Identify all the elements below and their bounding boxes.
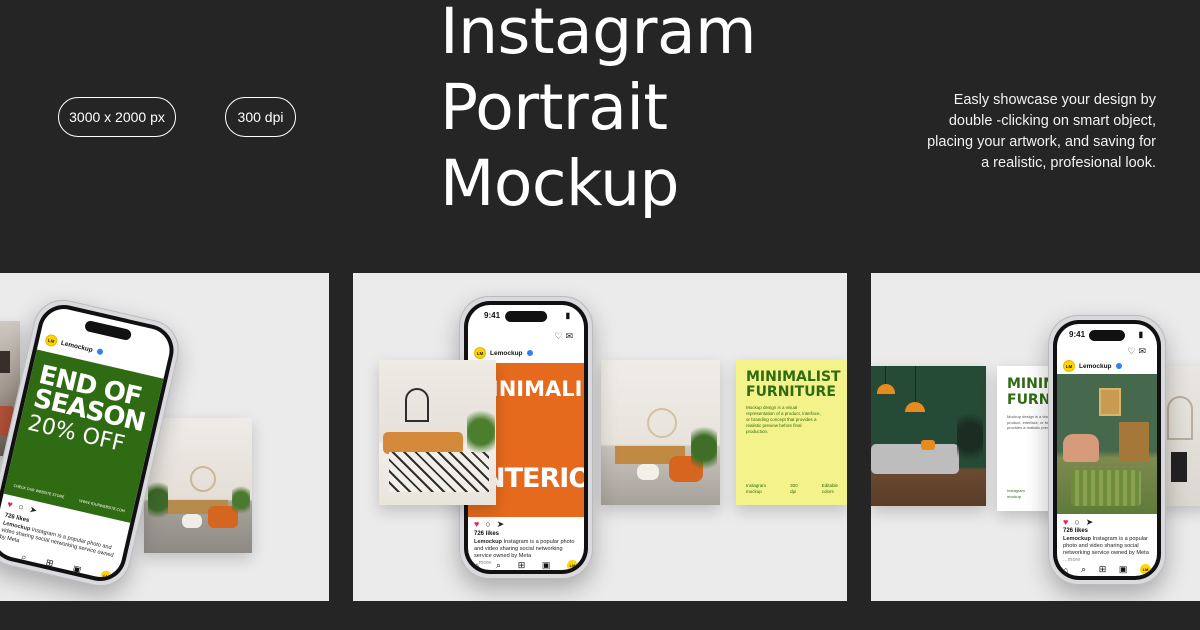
- interior-photo: [144, 418, 252, 553]
- status-bar: 9:41 ▮: [1069, 330, 1143, 339]
- username: Lemockup: [490, 349, 523, 357]
- caption-user: Lemockup: [474, 539, 502, 545]
- home-icon[interactable]: ⌂: [0, 546, 3, 557]
- post-image: [1057, 374, 1157, 514]
- card-foot-label: Instagram: [1007, 488, 1025, 493]
- mockup-panel-right: MINIMALIST FURNITURE Mockup design is a …: [871, 273, 1200, 601]
- bottom-nav: ⌂ ⌕ ⊞ ▣ LM: [1063, 564, 1151, 575]
- likes-count: 726 likes: [474, 531, 500, 537]
- profile-avatar[interactable]: LM: [1139, 564, 1151, 575]
- verified-icon: [1115, 363, 1122, 369]
- messenger-icon[interactable]: ✉: [565, 331, 576, 341]
- profile-avatar[interactable]: LM: [99, 569, 113, 582]
- heart-icon[interactable]: ♥: [1063, 517, 1068, 528]
- search-icon[interactable]: ⌕: [20, 551, 27, 563]
- card-title: FURNITURE: [746, 384, 836, 400]
- post-header: LM Lemockup: [474, 347, 578, 359]
- avatar: LM: [1063, 360, 1075, 372]
- description-line: double -clicking on smart object,: [948, 113, 1156, 129]
- heart-outline-icon[interactable]: ♡: [1127, 346, 1138, 356]
- card-title: MINIMALIST: [746, 369, 841, 385]
- search-icon[interactable]: ⌕: [496, 560, 501, 570]
- avatar: LM: [44, 333, 59, 348]
- interior-photo: [379, 360, 496, 505]
- resolution-pill: 3000 x 2000 px: [58, 97, 176, 137]
- bottom-nav: ⌂ ⌕ ⊞ ▣ LM: [474, 560, 578, 570]
- description: Easly showcase your design by double -cl…: [856, 90, 1156, 174]
- heart-icon[interactable]: ♥: [474, 519, 479, 530]
- card-foot-label: mockup: [1007, 493, 1022, 499]
- search-icon[interactable]: ⌕: [1081, 564, 1086, 575]
- heart-outline-icon[interactable]: ♡: [554, 331, 565, 341]
- mockup-panel-left: LM Lemockup END OF SEASON 20% OFF CHECK …: [0, 273, 329, 601]
- reels-icon[interactable]: ▣: [72, 563, 83, 576]
- username: Lemockup: [60, 339, 94, 354]
- post-footer-left: CHECK OUR WEBSITE STORE: [13, 483, 65, 500]
- interior-photo: [601, 360, 720, 505]
- caption-more[interactable]: ...more: [1063, 557, 1151, 564]
- post-footer-right: WWW.YOURWEBSITE.COM: [78, 498, 126, 514]
- reels-icon[interactable]: ▣: [1119, 564, 1128, 575]
- description-line: Easly showcase your design by: [953, 92, 1156, 108]
- dpi-pill: 300 dpi: [225, 97, 296, 137]
- comment-icon[interactable]: ○: [17, 501, 25, 513]
- battery-icon: ▮: [1138, 330, 1143, 339]
- likes-count: 726 likes: [1063, 528, 1089, 534]
- avatar: LM: [474, 347, 486, 359]
- share-icon[interactable]: ➤: [28, 504, 38, 516]
- home-icon[interactable]: ⌂: [474, 561, 479, 571]
- home-icon[interactable]: ⌂: [1063, 565, 1068, 575]
- text-post-card: MINIMALIST FURNITURE Mockup design is a …: [736, 360, 847, 505]
- post-image: END OF SEASON 20% OFF CHECK OUR WEBSITE …: [3, 349, 164, 523]
- title-line: Instagram: [440, 0, 757, 68]
- card-foot-label: colors: [821, 489, 834, 494]
- page-title: Instagram Portrait Mockup: [440, 0, 840, 222]
- card-foot-label: mockup: [746, 489, 762, 494]
- comment-icon[interactable]: ○: [1074, 517, 1079, 528]
- card-body: Mockup design is a visual representation…: [746, 405, 821, 434]
- comment-icon[interactable]: ○: [485, 519, 490, 530]
- verified-icon: [526, 350, 533, 356]
- reels-icon[interactable]: ▣: [542, 560, 551, 570]
- username: Lemockup: [1079, 362, 1112, 370]
- dynamic-island: [83, 319, 133, 342]
- add-icon[interactable]: ⊞: [1099, 564, 1107, 575]
- post-actions: ♥ ○ ➤: [474, 519, 578, 530]
- status-time: 9:41: [484, 311, 501, 320]
- interior-photo: [871, 366, 986, 506]
- post-caption: Lemockup Instagram is a popular photo an…: [1063, 536, 1151, 564]
- title-line: Mockup: [440, 147, 680, 220]
- interior-photo-edge: [1161, 366, 1200, 506]
- messenger-icon[interactable]: ✉: [1138, 346, 1149, 356]
- verified-icon: [95, 348, 104, 356]
- share-icon[interactable]: ➤: [497, 519, 505, 530]
- post-header: LM Lemockup: [1063, 360, 1151, 372]
- phone-mockup: 9:41 ▮ ♡✉ LM Lemockup ♥ ○ ➤ 726 likes Le…: [1048, 315, 1166, 585]
- status-time: 9:41: [1069, 330, 1086, 339]
- add-icon[interactable]: ⊞: [45, 557, 55, 569]
- caption-user: Lemockup: [1063, 536, 1091, 542]
- status-bar: 9:41 ▮: [484, 311, 570, 320]
- add-icon[interactable]: ⊞: [518, 560, 526, 570]
- mockup-panel-center: MINIMALIST FURNITURE Mockup design is a …: [353, 273, 847, 601]
- profile-avatar[interactable]: LM: [566, 560, 578, 570]
- heart-icon[interactable]: ♥: [6, 499, 13, 511]
- card-foot-label: dpi: [790, 489, 797, 494]
- title-line: Portrait: [440, 71, 668, 144]
- description-line: placing your artwork, and saving for: [927, 134, 1156, 150]
- battery-icon: ▮: [565, 311, 570, 320]
- post-actions: ♥ ○ ➤: [1063, 517, 1151, 528]
- share-icon[interactable]: ➤: [1086, 517, 1094, 528]
- description-line: a realistic, profesional look.: [981, 155, 1156, 171]
